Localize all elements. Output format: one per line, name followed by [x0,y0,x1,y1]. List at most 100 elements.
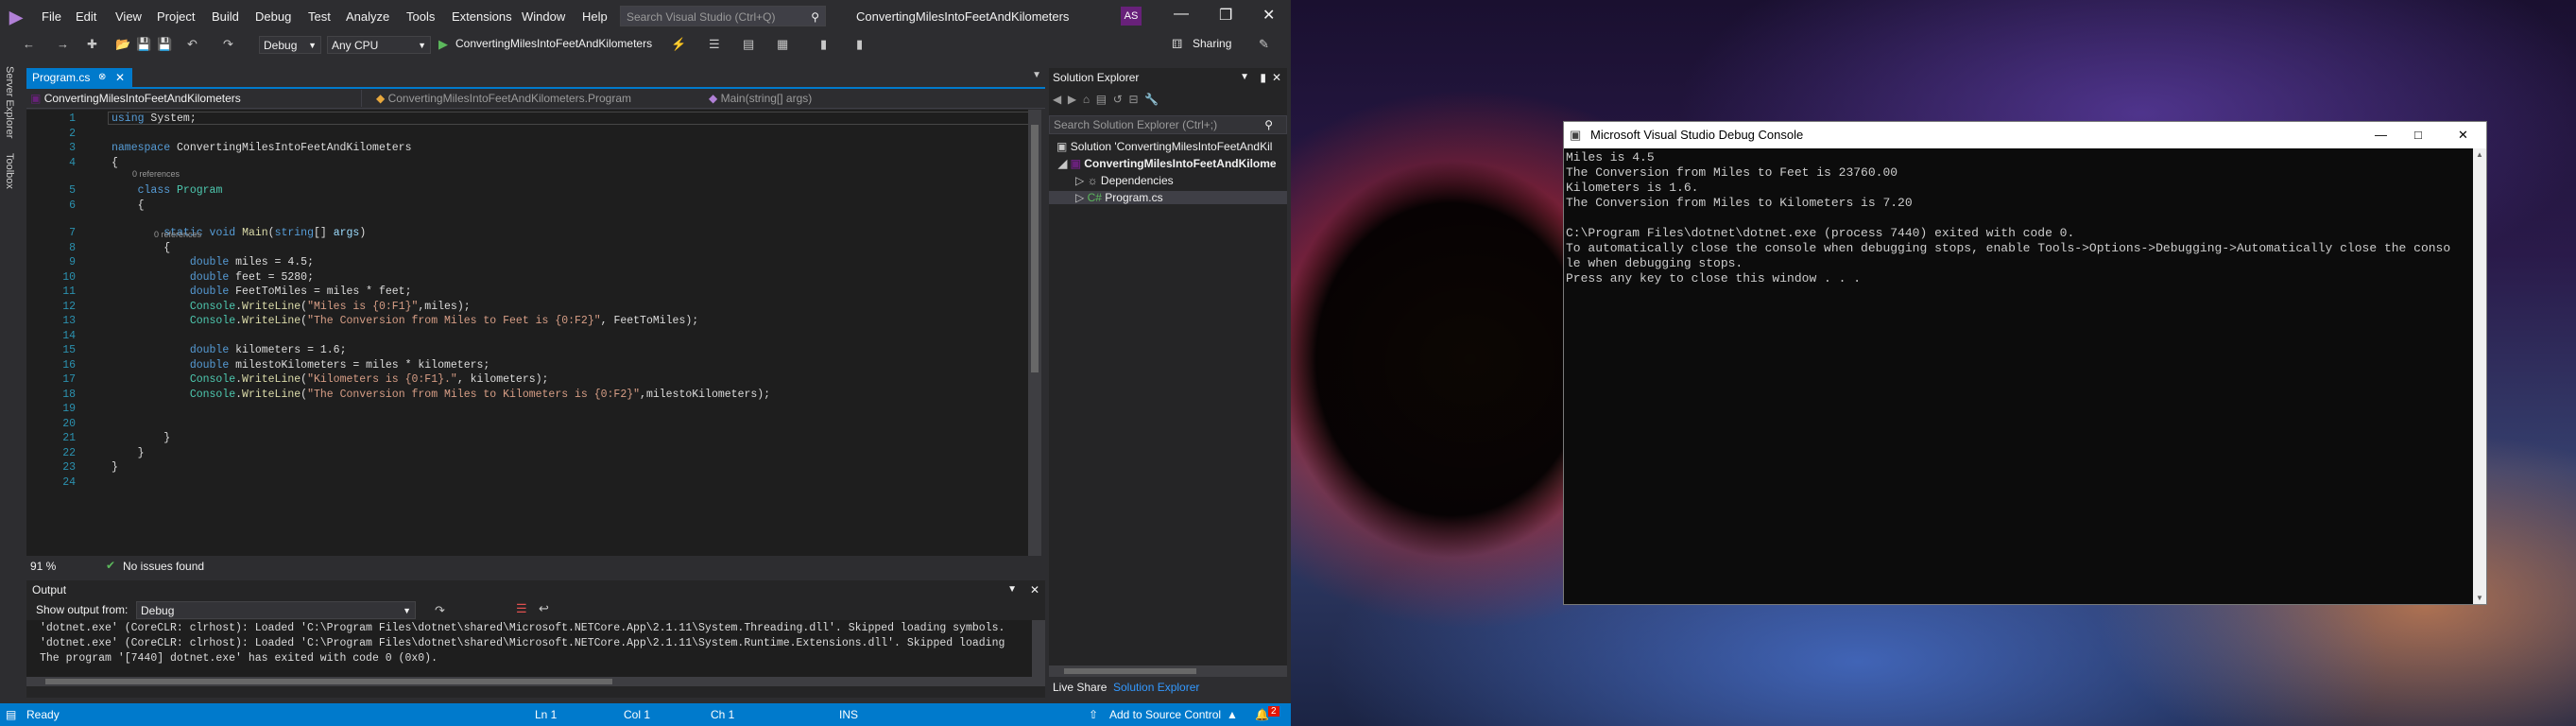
menu-edit[interactable]: Edit [76,9,96,24]
live-share-icon[interactable]: ⚅ [1172,37,1182,52]
minimize-icon[interactable]: — [1174,6,1189,23]
start-debugging-icon[interactable]: ▶ [438,37,448,52]
add-to-source-control-button[interactable]: Add to Source Control [1109,708,1221,721]
back-icon[interactable]: ◀ [1053,93,1061,106]
menu-debug[interactable]: Debug [255,9,291,24]
avatar[interactable]: AS [1121,7,1142,26]
output-vscrollbar[interactable] [1032,620,1045,686]
status-line[interactable]: Ln 1 [535,708,557,721]
code-editor[interactable]: 1 2 3 4 5 6 7 8 9 10 11 12 13 14 15 16 17 18 19 20 21 22 23 24 … [26,110,1039,556]
menu-extensions[interactable]: Extensions [452,9,512,24]
forward-icon[interactable]: → [57,37,69,51]
forward-icon[interactable]: ▶ [1068,93,1076,106]
pending-changes-icon[interactable]: ↺ [1113,93,1123,106]
nav-project-select[interactable]: ▣ ConvertingMilesIntoFeetAndKilometers [30,90,362,107]
new-project-icon[interactable]: ✚ [87,37,97,52]
debug-console-window[interactable]: ▣ Microsoft Visual Studio Debug Console … [1563,121,2487,605]
zoom-level[interactable]: 91 % [30,560,56,573]
run-target-button[interactable]: ConvertingMilesIntoFeetAndKilometers [455,37,652,50]
solution-hscrollbar[interactable] [1049,666,1287,677]
scroll-thumb[interactable] [45,679,612,684]
tab-dropdown-icon[interactable]: ▼ [1032,70,1041,80]
configuration-select[interactable]: Debug ▼ [259,36,321,54]
find-message-icon[interactable]: ↷ [435,603,445,618]
word-wrap-icon[interactable]: ↩ [539,601,549,616]
status-char[interactable]: Ch 1 [711,708,734,721]
maximize-icon[interactable]: □ [2414,122,2422,148]
codelens-references[interactable]: 0 references [154,230,201,239]
search-input[interactable]: Search Visual Studio (Ctrl+Q) ⚲ [620,6,826,26]
close-icon[interactable]: ✕ [1262,6,1275,25]
redo-icon[interactable]: ↷ [223,37,233,52]
close-icon[interactable]: ✕ [1272,68,1281,87]
notifications-icon[interactable]: 🔔 [1255,708,1269,721]
menu-help[interactable]: Help [582,9,608,24]
menu-view[interactable]: View [115,9,142,24]
collapse-all-icon[interactable]: ⊟ [1128,93,1138,106]
status-column[interactable]: Col 1 [624,708,650,721]
tab-solution-explorer[interactable]: Solution Explorer [1113,681,1199,694]
minimize-icon[interactable]: — [2375,122,2387,148]
output-source-select[interactable]: Debug ▼ [136,601,416,619]
issues-status[interactable]: No issues found [123,560,204,573]
menu-window[interactable]: Window [522,9,565,24]
hot-reload-icon[interactable]: ⚡ [671,37,686,52]
pin-icon[interactable]: ▮ [1260,68,1266,87]
toolbar-icon-2[interactable]: ▤ [743,37,754,52]
menu-project[interactable]: Project [157,9,195,24]
toolbar-icon-1[interactable]: ☰ [709,37,720,52]
pin-icon[interactable]: ⊗ [98,68,106,87]
menu-build[interactable]: Build [212,9,239,24]
tree-item-project[interactable]: ◢ ▣ ConvertingMilesIntoFeetAndKilome [1058,157,1277,170]
output-text-area[interactable]: 'dotnet.exe' (CoreCLR: clrhost): Loaded … [26,620,1032,686]
menu-analyze[interactable]: Analyze [346,9,389,24]
bookmark-icon[interactable]: ▮ [820,37,827,52]
toolbox-tab[interactable]: Toolbox [4,153,15,189]
save-all-icon[interactable]: 💾 [157,37,172,52]
properties-icon[interactable]: 🔧 [1144,93,1159,106]
pin-icon[interactable]: ▼ [1007,580,1017,599]
codelens-references[interactable]: 0 references [132,169,180,179]
scroll-thumb[interactable] [1031,125,1039,372]
bookmark-prev-icon[interactable]: ▮ [856,37,863,52]
open-icon[interactable]: 📂 [115,37,130,52]
home-icon[interactable]: ⌂ [1083,93,1090,106]
collapse-arrow-icon[interactable]: ◢ [1058,157,1067,170]
console-scrollbar[interactable]: ▲ ▼ [2473,148,2486,604]
feedback-icon[interactable]: ✎ [1259,37,1269,52]
sharing-button[interactable]: Sharing [1193,37,1231,50]
scroll-thumb[interactable] [1064,668,1196,674]
console-output[interactable]: Miles is 4.5 The Conversion from Miles t… [1564,148,2471,604]
server-explorer-tab[interactable]: Server Explorer [4,66,15,138]
restore-icon[interactable]: ❐ [1219,6,1232,25]
scroll-up-icon[interactable]: ▲ [2476,150,2483,159]
tree-item-program-cs[interactable]: ▷ C# Program.cs [1049,191,1287,204]
expand-arrow-icon[interactable]: ▷ [1075,191,1084,204]
menu-tools[interactable]: Tools [406,9,435,24]
tree-item-solution[interactable]: ▣ Solution 'ConvertingMilesIntoFeetAndKi… [1056,140,1272,153]
nav-class-select[interactable]: ◆ ConvertingMilesIntoFeetAndKilometers.P… [376,90,722,107]
save-icon[interactable]: 💾 [136,37,151,52]
editor-scrollbar[interactable] [1028,110,1041,556]
clear-all-icon[interactable]: ☰ [516,601,527,616]
platform-select[interactable]: Any CPU ▼ [327,36,431,54]
chevron-down-icon[interactable]: ▼ [1240,68,1249,87]
undo-icon[interactable]: ↶ [187,37,197,52]
status-insert-mode[interactable]: INS [839,708,858,721]
solution-search-input[interactable]: Search Solution Explorer (Ctrl+;) ⚲ [1049,115,1287,134]
close-icon[interactable]: ✕ [2458,122,2468,148]
menu-file[interactable]: File [42,9,61,24]
output-hscrollbar[interactable] [26,677,1032,686]
scroll-down-icon[interactable]: ▼ [2476,594,2483,602]
close-tab-icon[interactable]: ✕ [115,68,125,87]
tab-live-share[interactable]: Live Share [1053,681,1107,694]
back-icon[interactable]: ← [23,37,35,51]
menu-test[interactable]: Test [308,9,331,24]
toolbar-icon-3[interactable]: ▦ [777,37,788,52]
tab-program-cs[interactable]: Program.cs ⊗ ✕ [26,68,132,87]
expand-arrow-icon[interactable]: ▷ [1075,174,1084,187]
close-icon[interactable]: ✕ [1030,580,1039,599]
switch-views-icon[interactable]: ▤ [1096,93,1107,106]
nav-member-select[interactable]: ◆ Main(string[] args) [709,90,1030,107]
tree-item-dependencies[interactable]: ▷ ☼ Dependencies [1075,174,1174,187]
